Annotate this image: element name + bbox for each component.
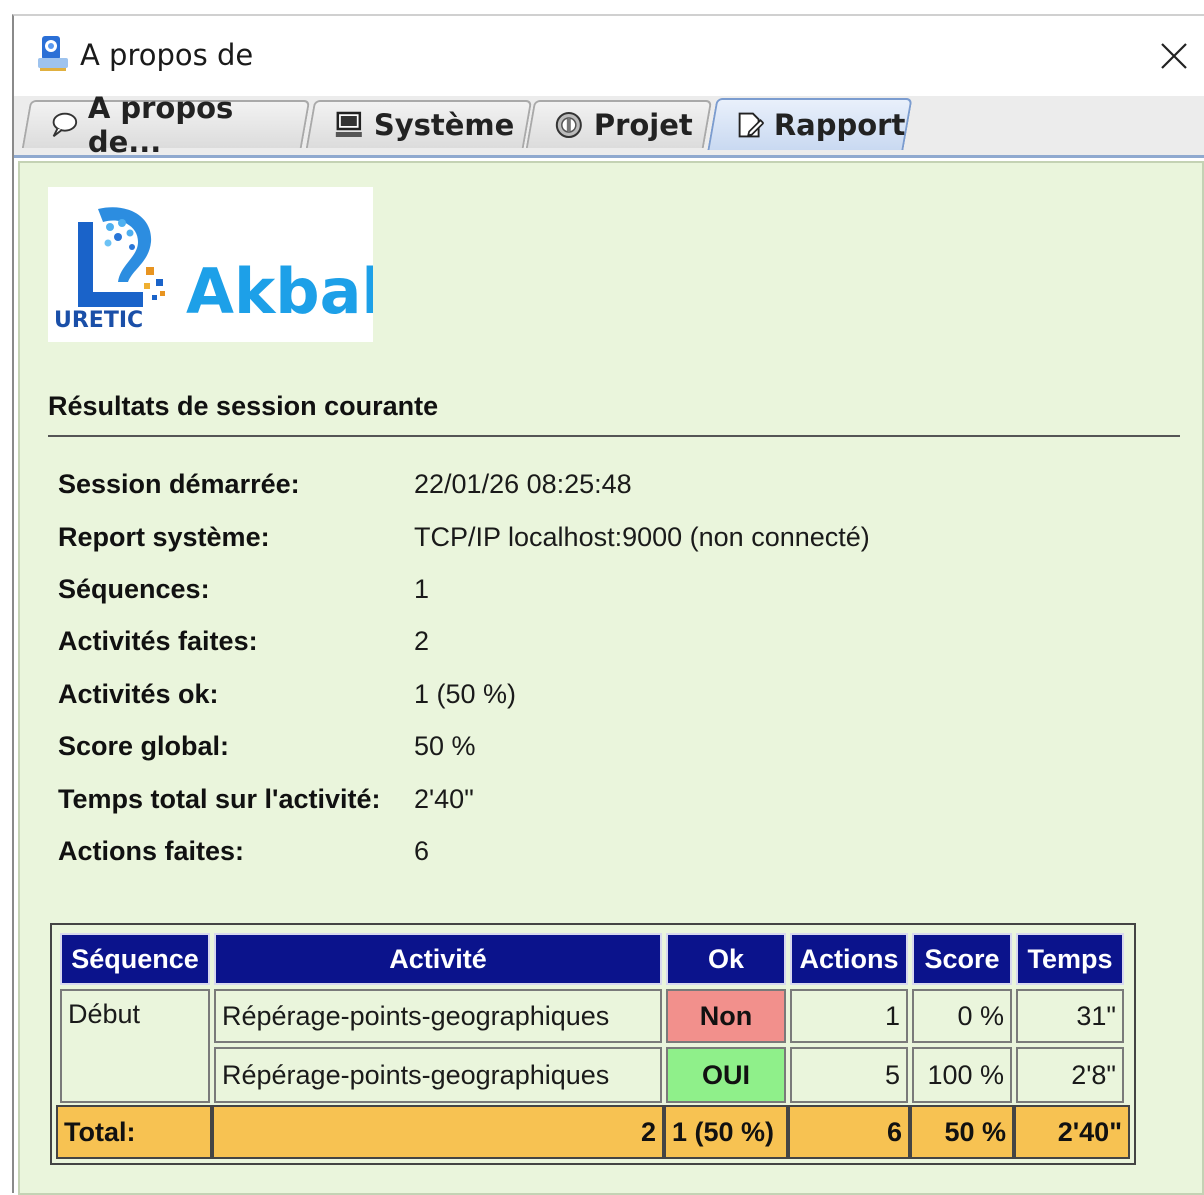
total-activities: 2 (212, 1105, 664, 1159)
table-cell-activity: Répérage-points-geographiques (214, 1047, 662, 1103)
status-badge-ok: OUI (666, 1047, 786, 1103)
info-label: Actions faites: (58, 836, 245, 866)
about-dialog: A propos de A propos de... Système Proje… (12, 14, 1204, 1195)
total-score: 50 % (910, 1105, 1014, 1159)
tab-report[interactable]: Rapport (707, 98, 913, 150)
info-value: 6 (414, 836, 430, 866)
status-badge-ok: Non (666, 989, 786, 1043)
tab-system[interactable]: Système (305, 100, 533, 148)
column-header-ok: Ok (666, 933, 786, 985)
column-header-actions: Actions (790, 933, 908, 985)
section-title: Résultats de session courante (48, 391, 439, 421)
tab-system-label: Système (373, 108, 515, 142)
column-header-time: Temps (1016, 933, 1124, 985)
info-value: 1 (414, 574, 430, 604)
table-cell-actions: 5 (790, 1047, 908, 1103)
speech-bubble-icon (52, 112, 78, 138)
info-value: 2'40" (414, 784, 474, 814)
info-value: 50 % (414, 731, 476, 761)
section-divider (48, 435, 1180, 437)
logo-graphic-icon: URETIC Akbal (54, 207, 383, 333)
title-bar[interactable]: A propos de (14, 16, 1204, 96)
info-value: TCP/IP localhost:9000 (non connecté) (414, 522, 870, 552)
info-label: Session démarrée: (58, 469, 300, 499)
akbal-logo: URETIC Akbal (48, 187, 383, 342)
app-icon (38, 36, 68, 71)
tab-bar: A propos de... Système Projet Rapport (14, 91, 1204, 159)
total-actions: 6 (788, 1105, 910, 1159)
table-cell-activity: Répérage-points-geographiques (214, 989, 662, 1043)
table-cell-sequence: Début (60, 989, 210, 1103)
tab-report-label: Rapport (774, 108, 906, 142)
tab-about-label: A propos de... (88, 91, 234, 159)
table-cell-score: 0 % (912, 989, 1012, 1043)
logo-badge-text: URETIC (54, 308, 143, 333)
desktop-background (0, 0, 1204, 14)
info-label: Report système: (58, 522, 270, 552)
table-cell-actions: 1 (790, 989, 908, 1043)
tab-project-label: Projet (593, 108, 693, 142)
table-cell-score: 100 % (912, 1047, 1012, 1103)
project-icon (555, 112, 582, 138)
info-value: 2 (414, 626, 430, 656)
column-header-score: Score (912, 933, 1012, 985)
total-time: 2'40" (1014, 1105, 1130, 1159)
computer-icon (335, 111, 362, 137)
close-icon[interactable] (1144, 16, 1204, 96)
info-label: Activités faites: (58, 626, 258, 656)
report-icon (738, 112, 765, 138)
logo-name: Akbal (186, 255, 373, 328)
info-value: 22/01/26 08:25:48 (414, 469, 632, 499)
report-panel: URETIC Akbal Résultats de session couran… (18, 161, 1204, 1195)
info-label: Temps total sur l'activité: (58, 784, 381, 814)
info-label: Activités ok: (58, 679, 219, 709)
info-label: Séquences: (58, 574, 210, 604)
table-cell-time: 31" (1016, 989, 1124, 1043)
column-header-activity: Activité (214, 933, 662, 985)
tab-about[interactable]: A propos de... (21, 91, 311, 159)
tab-project[interactable]: Projet (525, 100, 713, 148)
total-label: Total: (56, 1105, 212, 1159)
window-title: A propos de (80, 38, 254, 72)
total-ok: 1 (50 %) (664, 1105, 788, 1159)
info-label: Score global: (58, 731, 230, 761)
table-cell-time: 2'8" (1016, 1047, 1124, 1103)
info-value: 1 (50 %) (414, 679, 517, 709)
results-table: Séquence Activité Ok Actions Score Temps… (50, 923, 1136, 1165)
column-header-sequence: Séquence (60, 933, 210, 985)
